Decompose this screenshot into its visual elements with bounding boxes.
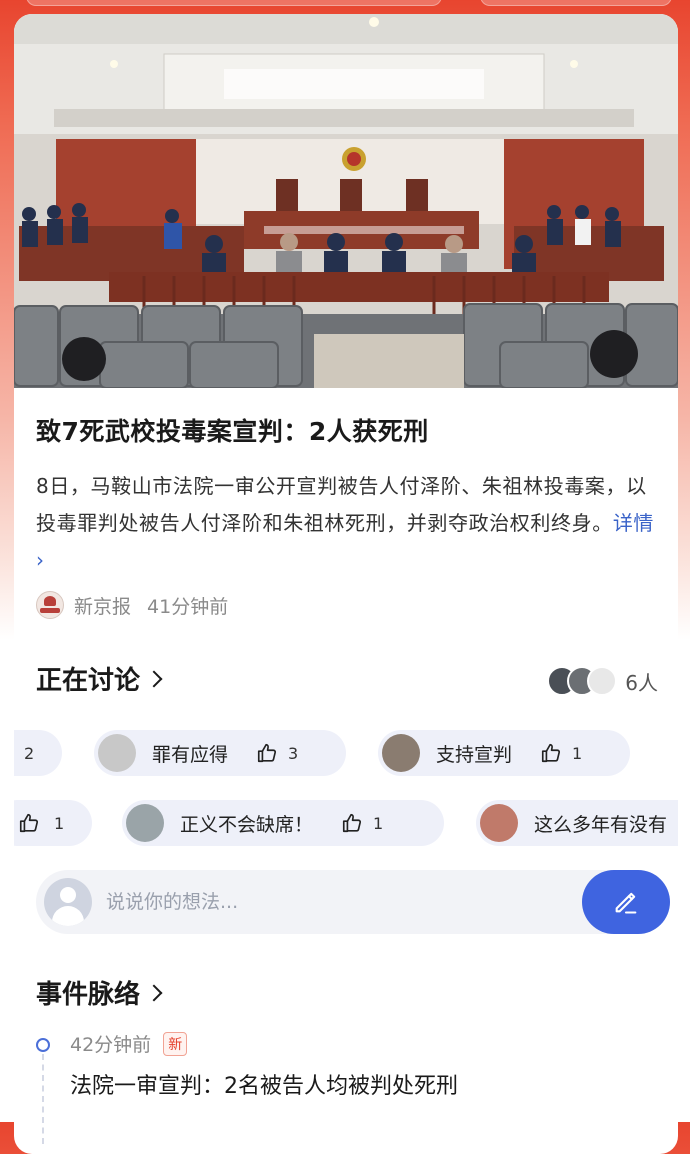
chevron-right-icon [145,670,163,687]
timeline-line [42,1054,44,1144]
comment-chip[interactable]: 1 [14,800,92,846]
comment-chip-row-2: 1 正义不会缺席！ 1 这么多年有没有 [14,800,678,846]
participant-count: 6人 [625,670,658,695]
top-tab-pill-left[interactable] [26,0,442,6]
source-name[interactable]: 新京报 [74,592,131,619]
comment-chip[interactable]: 这么多年有没有 [476,800,678,846]
timeline-header[interactable]: 事件脉络 [36,974,163,1011]
user-avatar [44,878,92,926]
pencil-icon [615,892,637,914]
newspaper-emblem-icon [36,591,64,619]
comment-text: 罪有应得 [152,743,229,766]
timeline-title: 事件脉络 [36,980,141,1010]
comment-chip[interactable]: 罪有应得 3 [94,730,346,776]
thumbs-up-icon[interactable] [256,742,278,764]
timeline-item-meta: 42分钟前 新 [70,1030,188,1057]
new-badge: 新 [163,1031,188,1056]
article-title[interactable]: 致7死武校投毒案宣判：2人获死刑 [36,412,656,448]
thumbs-up-icon[interactable] [341,812,363,834]
timeline-item-text[interactable]: 法院一审宣判：2名被告人均被判处死刑 [70,1068,458,1100]
like-count: 2 [24,743,35,763]
comment-text: 这么多年有没有 [534,813,668,836]
comment-chip[interactable]: 2 [14,730,62,776]
article-summary[interactable]: 8日，马鞍山市法院一审公开宣判被告人付泽阶、朱祖林投毒案，以投毒罪判处被告人付泽… [36,468,658,579]
like-count: 1 [373,813,384,833]
thumbs-up-icon[interactable] [540,742,562,764]
comment-bar [36,870,670,934]
participants-summary[interactable]: 6人 [547,666,658,696]
commenter-avatar [382,734,420,772]
like-count: 1 [572,743,583,763]
article-source: 新京报 41分钟前 [36,590,228,620]
like-count: 3 [288,743,299,763]
timeline-dot-icon [36,1038,50,1052]
like-count: 1 [54,813,65,833]
thumbs-up-icon[interactable] [18,812,40,834]
commenter-avatar [480,804,518,842]
discussion-header[interactable]: 正在讨论 [36,660,163,697]
news-card: 致7死武校投毒案宣判：2人获死刑 8日，马鞍山市法院一审公开宣判被告人付泽阶、朱… [14,14,678,1154]
commenter-avatar [126,804,164,842]
comment-chip[interactable]: 正义不会缺席！ 1 [122,800,444,846]
comment-input[interactable] [106,886,546,918]
comment-chip-row-1: 2 罪有应得 3 支持宣判 1 [14,730,678,776]
commenter-avatar [98,734,136,772]
comment-text: 支持宣判 [436,743,513,766]
publish-time: 41分钟前 [147,595,229,618]
comment-text: 正义不会缺席！ [180,813,314,836]
courtroom-photo[interactable] [14,14,678,388]
participant-avatar [587,666,618,696]
chevron-right-icon [145,984,163,1001]
top-tab-pill-right[interactable] [480,0,672,6]
discussion-title: 正在讨论 [36,666,141,696]
timeline-item-time: 42分钟前 [70,1034,152,1056]
comment-chip[interactable]: 支持宣判 1 [378,730,630,776]
write-comment-button[interactable] [582,870,670,934]
summary-text: 8日，马鞍山市法院一审公开宣判被告人付泽阶、朱祖林投毒案，以投毒罪判处被告人付泽… [36,474,647,535]
